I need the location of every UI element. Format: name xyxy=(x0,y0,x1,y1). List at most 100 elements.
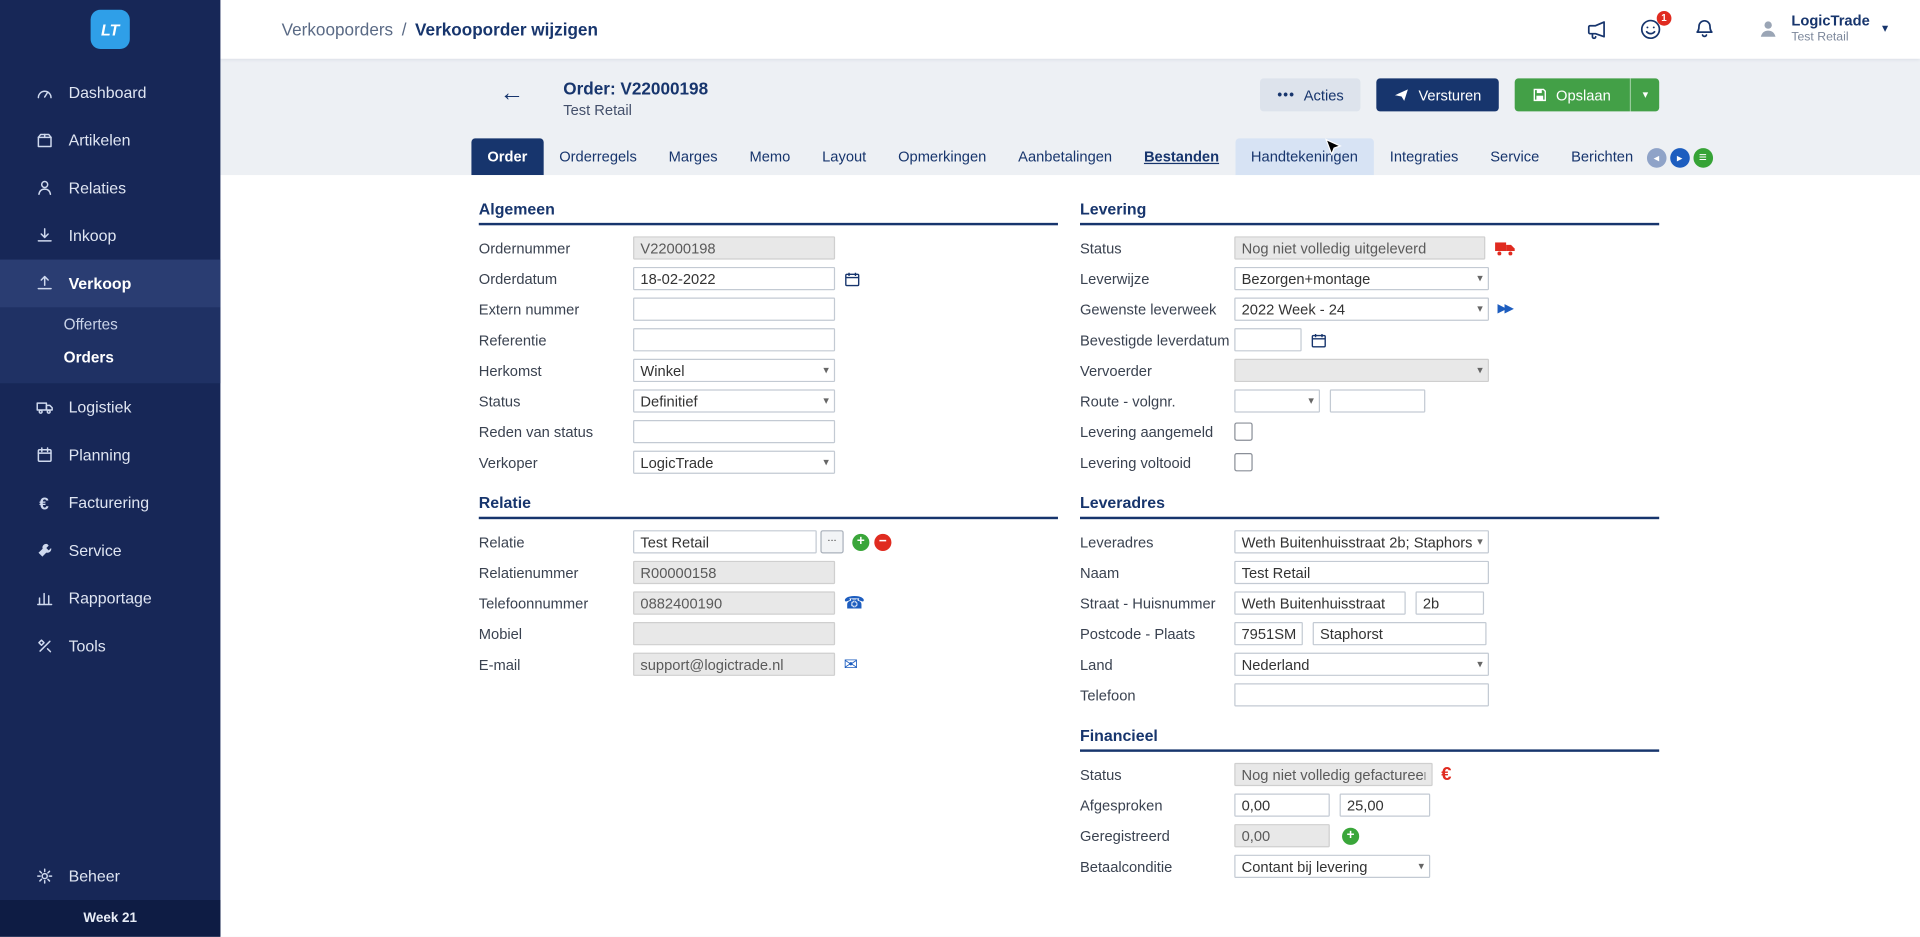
sidebar-item-facturering[interactable]: € Facturering xyxy=(0,479,220,527)
tab-handtekeningen[interactable]: Handtekeningen xyxy=(1235,138,1374,175)
calendar-icon[interactable] xyxy=(1310,331,1327,348)
save-dropdown-button[interactable]: ▾ xyxy=(1630,78,1659,111)
save-button[interactable]: Opslaan ▾ xyxy=(1514,78,1659,111)
extern-nummer-input[interactable] xyxy=(633,298,835,321)
ordernummer-input[interactable] xyxy=(633,236,835,259)
phone-icon[interactable]: ☎ xyxy=(844,593,865,614)
sidebar-item-planning[interactable]: Planning xyxy=(0,431,220,479)
tab-aanbetalingen[interactable]: Aanbetalingen xyxy=(1002,138,1128,175)
tab-scroll-left-button[interactable]: ◂ xyxy=(1647,148,1667,168)
tab-berichten[interactable]: Berichten xyxy=(1555,138,1649,175)
app-logo[interactable]: LT xyxy=(91,10,130,49)
calendar-icon[interactable] xyxy=(844,270,861,287)
geregistreerd-input[interactable] xyxy=(1234,824,1330,847)
tab-scroll-right-button[interactable]: ▸ xyxy=(1670,148,1690,168)
leveradres-select[interactable]: Weth Buitenhuisstraat 2b; Staphorst ▾ xyxy=(1234,530,1489,553)
leverstatus-input[interactable] xyxy=(1234,236,1485,259)
tab-order[interactable]: Order xyxy=(471,138,543,175)
sidebar-item-logistiek[interactable]: Logistiek xyxy=(0,383,220,431)
tab-memo[interactable]: Memo xyxy=(734,138,807,175)
naam-input[interactable] xyxy=(1234,561,1489,584)
sidebar-item-orders[interactable]: Orders xyxy=(0,340,220,373)
remove-relation-button[interactable]: − xyxy=(874,533,891,550)
chart-icon xyxy=(34,588,54,608)
form-row-reden-van-status: Reden van status xyxy=(479,420,1058,443)
route-select[interactable]: ▾ xyxy=(1234,389,1320,412)
status-select[interactable]: Definitief ▾ xyxy=(633,389,835,412)
mobiel-input[interactable] xyxy=(633,622,835,645)
relatie-input[interactable] xyxy=(633,530,817,553)
chevron-down-icon: ▾ xyxy=(823,364,829,377)
add-relation-button[interactable]: + xyxy=(852,533,869,550)
breadcrumb-parent[interactable]: Verkooporders xyxy=(282,20,394,40)
sidebar-item-dashboard[interactable]: Dashboard xyxy=(0,69,220,117)
add-payment-button[interactable]: + xyxy=(1342,827,1359,844)
vervoerder-select[interactable]: ▾ xyxy=(1234,359,1489,382)
content: ← Order: V22000198 Test Retail ••• Actie… xyxy=(220,59,1920,937)
fast-forward-icon[interactable]: ▶▶ xyxy=(1498,302,1512,315)
field-label: Relatienummer xyxy=(479,564,633,581)
field-label: Bevestigde leverdatum xyxy=(1080,331,1234,348)
gewenste-leverweek-select[interactable]: 2022 Week - 24 ▾ xyxy=(1234,298,1489,321)
chevron-down-icon: ▾ xyxy=(1477,272,1483,285)
back-button[interactable]: ← xyxy=(500,81,524,105)
leverwijze-select[interactable]: Bezorgen+montage ▾ xyxy=(1234,267,1489,290)
sidebar-item-relaties[interactable]: Relaties xyxy=(0,164,220,212)
announcement-icon[interactable] xyxy=(1583,16,1610,43)
send-button[interactable]: Versturen xyxy=(1377,78,1499,111)
orderdatum-input[interactable] xyxy=(633,267,835,290)
herkomst-select[interactable]: Winkel ▾ xyxy=(633,359,835,382)
telefoonnummer-input[interactable] xyxy=(633,591,835,614)
form-row-orderdatum: Orderdatum xyxy=(479,267,1058,290)
section-title: Financieel xyxy=(1080,726,1659,752)
sidebar-item-beheer[interactable]: Beheer xyxy=(0,852,220,900)
tab-integraties[interactable]: Integraties xyxy=(1374,138,1474,175)
field-label: Verkoper xyxy=(479,454,633,471)
field-label: Geregistreerd xyxy=(1080,827,1234,844)
financieel-status-input[interactable] xyxy=(1234,763,1432,786)
postcode-input[interactable] xyxy=(1234,622,1303,645)
tab-service[interactable]: Service xyxy=(1474,138,1555,175)
email-input[interactable] xyxy=(633,653,835,676)
sidebar-item-rapportage[interactable]: Rapportage xyxy=(0,574,220,622)
land-select[interactable]: Nederland ▾ xyxy=(1234,653,1489,676)
relatie-lookup-button[interactable]: ... xyxy=(820,530,843,553)
referentie-input[interactable] xyxy=(633,328,835,351)
sidebar-item-artikelen[interactable]: Artikelen xyxy=(0,116,220,164)
levering-voltooid-checkbox[interactable] xyxy=(1234,453,1252,471)
sidebar-item-offertes[interactable]: Offertes xyxy=(0,307,220,340)
sidebar-item-verkoop[interactable]: Verkoop xyxy=(0,260,220,308)
verkoper-select[interactable]: LogicTrade ▾ xyxy=(633,451,835,474)
tab-bestanden[interactable]: Bestanden xyxy=(1128,138,1235,175)
levering-aangemeld-checkbox[interactable] xyxy=(1234,422,1252,440)
sidebar-item-inkoop[interactable]: Inkoop xyxy=(0,212,220,260)
form-row-herkomst: Herkomst Winkel ▾ xyxy=(479,359,1058,382)
field-label: Postcode - Plaats xyxy=(1080,625,1234,642)
tab-orderregels[interactable]: Orderregels xyxy=(543,138,652,175)
straat-input[interactable] xyxy=(1234,591,1405,614)
form-row-afgesproken: Afgesproken xyxy=(1080,793,1659,816)
field-label: Naam xyxy=(1080,564,1234,581)
sidebar-item-service[interactable]: Service xyxy=(0,527,220,575)
afgesproken-input[interactable] xyxy=(1234,793,1330,816)
telefoon-input[interactable] xyxy=(1234,683,1489,706)
huisnummer-input[interactable] xyxy=(1416,591,1485,614)
tab-menu-button[interactable]: ≡ xyxy=(1693,148,1713,168)
email-icon[interactable]: ✉ xyxy=(844,654,858,675)
tab-marges[interactable]: Marges xyxy=(653,138,734,175)
tab-opmerkingen[interactable]: Opmerkingen xyxy=(882,138,1002,175)
sidebar-group-verkoop: Verkoop Offertes Orders xyxy=(0,260,220,384)
bell-icon[interactable] xyxy=(1691,16,1718,43)
reden-van-status-input[interactable] xyxy=(633,420,835,443)
bevestigde-leverdatum-input[interactable] xyxy=(1234,328,1301,351)
afgesproken-percentage-input[interactable] xyxy=(1340,793,1431,816)
volgnr-input[interactable] xyxy=(1330,389,1426,412)
relatienummer-input[interactable] xyxy=(633,561,835,584)
sidebar-item-tools[interactable]: Tools xyxy=(0,622,220,670)
feedback-smiley-icon[interactable]: 1 xyxy=(1637,16,1664,43)
user-menu[interactable]: LogicTrade Test Retail ▾ xyxy=(1745,14,1888,45)
actions-button[interactable]: ••• Acties xyxy=(1260,78,1361,111)
plaats-input[interactable] xyxy=(1313,622,1487,645)
betaalconditie-select[interactable]: Contant bij levering ▾ xyxy=(1234,855,1430,878)
tab-layout[interactable]: Layout xyxy=(806,138,882,175)
